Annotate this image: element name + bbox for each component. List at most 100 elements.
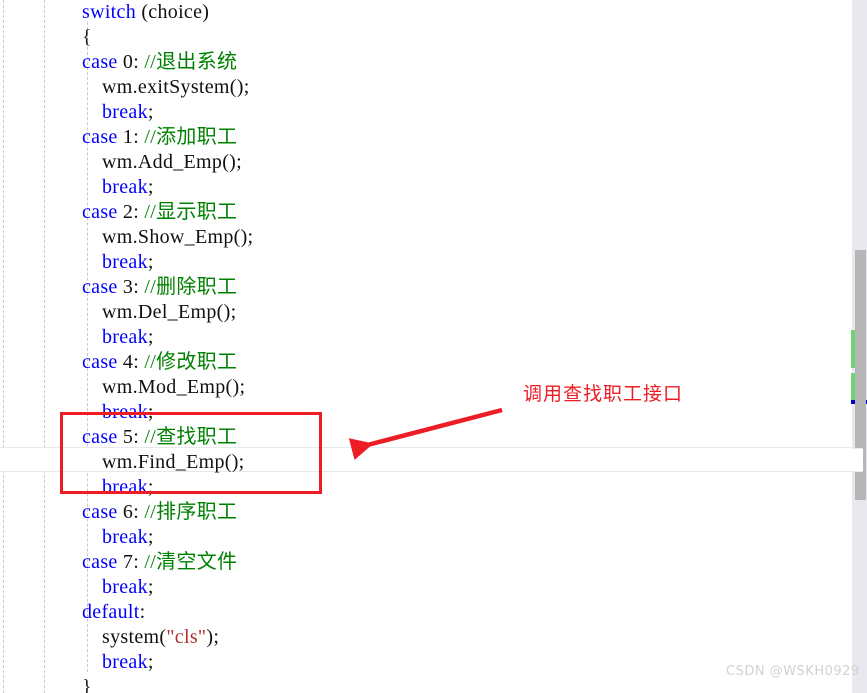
- code-line[interactable]: case 3: //删除职工: [0, 275, 852, 300]
- code-token-plain: 7:: [117, 551, 145, 573]
- code-token-plain: 5:: [117, 426, 145, 448]
- code-token-punct: {: [82, 26, 92, 48]
- code-token-plain: ;: [147, 476, 154, 498]
- code-token-kw: break: [102, 526, 148, 548]
- code-token-cmt: //修改职工: [144, 351, 238, 373]
- code-token-plain: ;: [147, 401, 154, 423]
- code-token-kw: case: [82, 276, 118, 298]
- code-token-kw: switch: [82, 1, 137, 23]
- code-token-kw: break: [102, 651, 148, 673]
- code-line[interactable]: break;: [0, 575, 852, 600]
- code-token-cmt: //排序职工: [144, 501, 238, 523]
- code-token-plain: ;: [147, 251, 154, 273]
- code-token-plain: );: [206, 626, 220, 648]
- code-line-text: wm.Find_Emp();: [0, 451, 245, 473]
- code-token-plain: ;: [147, 176, 154, 198]
- code-line[interactable]: }: [0, 675, 852, 693]
- code-line[interactable]: wm.Add_Emp();: [0, 150, 852, 175]
- code-token-plain: ;: [147, 651, 154, 673]
- code-line-text: wm.Mod_Emp();: [0, 376, 245, 398]
- code-line[interactable]: case 6: //排序职工: [0, 500, 852, 525]
- code-line-text: }: [0, 676, 92, 693]
- code-token-plain: 6:: [117, 501, 145, 523]
- code-line-text: wm.Add_Emp();: [0, 151, 242, 173]
- code-line-text: case 1: //添加职工: [0, 126, 237, 148]
- code-token-kw: case: [82, 201, 118, 223]
- code-token-cmt: //添加职工: [144, 126, 238, 148]
- scrollbar-caret-notch: [852, 448, 863, 472]
- code-line-text: break;: [0, 176, 154, 198]
- code-token-plain: ;: [147, 326, 154, 348]
- editor-canvas[interactable]: switch (choice) {case 0: //退出系统 wm.exitSys…: [0, 0, 852, 693]
- code-line-text: wm.exitSystem();: [0, 76, 250, 98]
- code-line[interactable]: break;: [0, 175, 852, 200]
- code-token-plain: 1:: [117, 126, 145, 148]
- code-line[interactable]: wm.Del_Emp();: [0, 300, 852, 325]
- watermark-label: CSDN @WSKH0929: [726, 664, 860, 679]
- code-line[interactable]: {: [0, 25, 852, 50]
- code-line[interactable]: break;: [0, 475, 852, 500]
- code-token-plain: system(: [102, 626, 167, 648]
- code-token-kw: break: [102, 401, 148, 423]
- code-token-kw: case: [82, 351, 118, 373]
- code-line-text: case 3: //删除职工: [0, 276, 237, 298]
- code-line-text: system("cls");: [0, 626, 219, 648]
- code-line[interactable]: case 2: //显示职工: [0, 200, 852, 225]
- code-line-text: break;: [0, 401, 154, 423]
- code-line-text: case 4: //修改职工: [0, 351, 237, 373]
- code-line-text: case 5: //查找职工: [0, 426, 237, 448]
- code-token-kw: case: [82, 51, 118, 73]
- code-token-plain: 3:: [117, 276, 145, 298]
- code-token-cmt: //删除职工: [144, 276, 238, 298]
- code-token-kw: break: [102, 251, 148, 273]
- code-line-text: break;: [0, 476, 154, 498]
- code-token-kw: case: [82, 126, 118, 148]
- code-token-plain: 2:: [117, 201, 145, 223]
- code-line-list[interactable]: switch (choice) {case 0: //退出系统 wm.exitSys…: [0, 0, 852, 693]
- code-line[interactable]: case 1: //添加职工: [0, 125, 852, 150]
- code-line-text: {: [0, 26, 92, 48]
- code-token-plain: 0:: [117, 51, 145, 73]
- annotation-label: 调用查找职工接口: [523, 383, 684, 405]
- code-line-text: break;: [0, 576, 154, 598]
- code-token-cmt: //退出系统: [144, 51, 238, 73]
- code-token-kw: case: [82, 501, 118, 523]
- code-token-plain: ;: [147, 101, 154, 123]
- code-token-plain: wm.exitSystem();: [102, 76, 250, 98]
- code-line[interactable]: break;: [0, 325, 852, 350]
- code-token-plain: (choice): [136, 1, 210, 23]
- code-line[interactable]: case 0: //退出系统: [0, 50, 852, 75]
- code-line[interactable]: break;: [0, 650, 852, 675]
- code-line[interactable]: case 7: //清空文件: [0, 550, 852, 575]
- code-line[interactable]: switch (choice): [0, 0, 852, 25]
- code-token-cmt: //显示职工: [144, 201, 238, 223]
- code-token-kw: break: [102, 576, 148, 598]
- code-line-text: break;: [0, 651, 154, 673]
- code-line[interactable]: wm.Show_Emp();: [0, 225, 852, 250]
- code-line[interactable]: default:: [0, 600, 852, 625]
- code-token-kw: break: [102, 326, 148, 348]
- code-token-str: "cls": [166, 626, 207, 648]
- annotation-arrow-icon: [348, 407, 503, 461]
- code-token-cmt: //清空文件: [144, 551, 238, 573]
- code-line[interactable]: wm.exitSystem();: [0, 75, 852, 100]
- code-line[interactable]: break;: [0, 100, 852, 125]
- code-token-plain: wm.Show_Emp();: [102, 226, 254, 248]
- code-token-punct: }: [82, 676, 92, 693]
- code-token-plain: :: [139, 601, 146, 623]
- code-editor-screenshot: switch (choice) {case 0: //退出系统 wm.exitSys…: [0, 0, 867, 693]
- code-token-cmt: //查找职工: [144, 426, 238, 448]
- code-line[interactable]: break;: [0, 250, 852, 275]
- code-line-text: default:: [0, 601, 146, 623]
- code-line-text: wm.Show_Emp();: [0, 226, 253, 248]
- code-token-kw: break: [102, 176, 148, 198]
- code-line-text: break;: [0, 251, 154, 273]
- code-line-text: break;: [0, 101, 154, 123]
- code-line[interactable]: break;: [0, 525, 852, 550]
- code-token-kw: case: [82, 426, 118, 448]
- code-token-plain: wm.Add_Emp();: [102, 151, 242, 173]
- code-token-plain: 4:: [117, 351, 145, 373]
- code-token-kw: case: [82, 551, 118, 573]
- code-line-text: break;: [0, 326, 154, 348]
- code-line[interactable]: system("cls");: [0, 625, 852, 650]
